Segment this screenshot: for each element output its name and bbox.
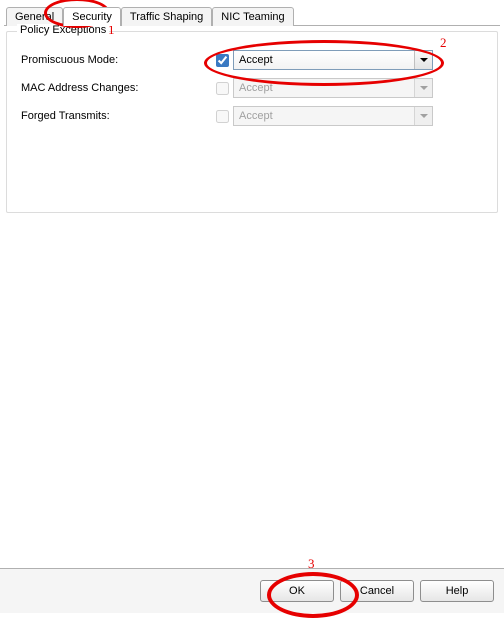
label-forged-transmits: Forged Transmits: — [21, 110, 211, 122]
chevron-down-icon — [414, 107, 432, 125]
tab-nic-teaming[interactable]: NIC Teaming — [212, 7, 293, 26]
help-button[interactable]: Help — [420, 580, 494, 602]
tab-traffic-shaping[interactable]: Traffic Shaping — [121, 7, 212, 26]
dropdown-promiscuous-mode-value: Accept — [239, 54, 273, 66]
dropdown-mac-address-changes-value: Accept — [239, 82, 273, 94]
policy-exceptions-panel: Policy Exceptions Promiscuous Mode: Acce… — [6, 31, 498, 213]
cancel-button[interactable]: Cancel — [340, 580, 414, 602]
dropdown-promiscuous-mode[interactable]: Accept — [233, 50, 433, 70]
dropdown-mac-address-changes: Accept — [233, 78, 433, 98]
dropdown-forged-transmits-value: Accept — [239, 110, 273, 122]
tab-strip: General Security Traffic Shaping NIC Tea… — [4, 2, 500, 25]
checkbox-mac-address-changes[interactable] — [216, 82, 229, 95]
label-mac-address-changes: MAC Address Changes: — [21, 82, 211, 94]
ok-button[interactable]: OK — [260, 580, 334, 602]
checkbox-forged-transmits[interactable] — [216, 110, 229, 123]
chevron-down-icon — [414, 51, 432, 69]
dialog-footer: OK Cancel Help — [0, 568, 504, 613]
dropdown-forged-transmits: Accept — [233, 106, 433, 126]
chevron-down-icon — [414, 79, 432, 97]
checkbox-promiscuous-mode[interactable] — [216, 54, 229, 67]
tab-security[interactable]: Security — [63, 7, 121, 26]
label-promiscuous-mode: Promiscuous Mode: — [21, 54, 211, 66]
